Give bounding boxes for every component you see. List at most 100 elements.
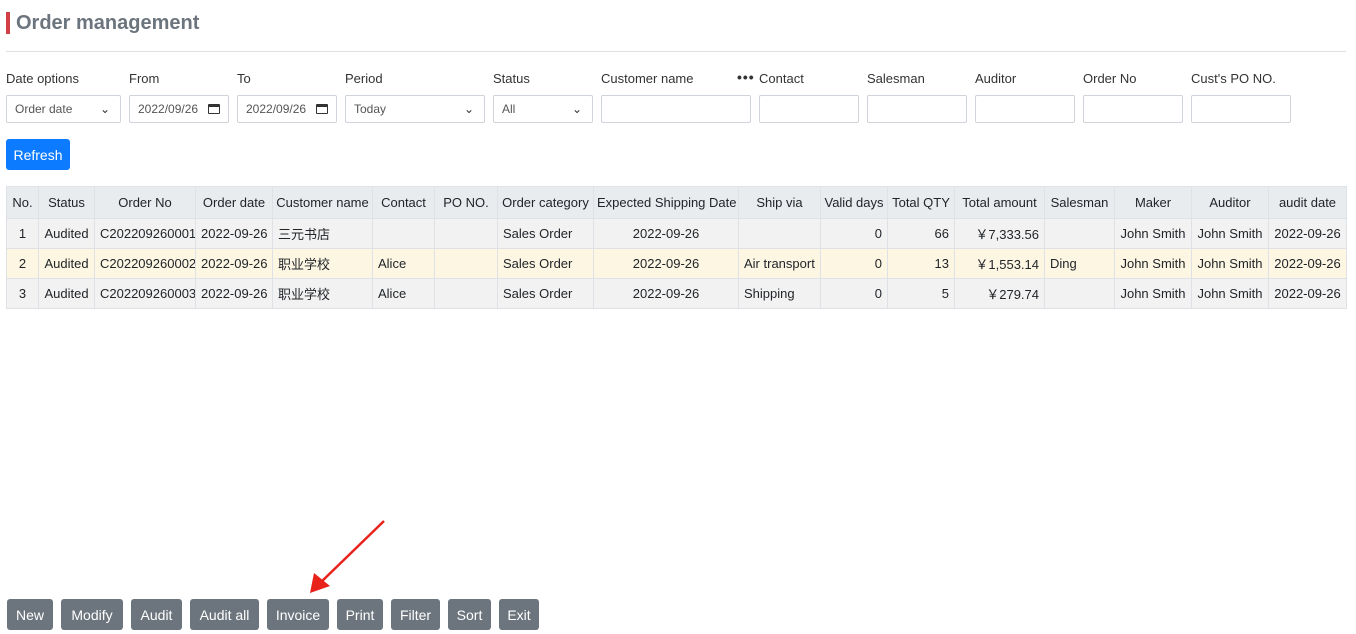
table-cell: C202209260002: [94, 248, 196, 279]
customer-more-ellipsis-icon[interactable]: •••: [737, 69, 755, 85]
to-label: To: [237, 71, 251, 86]
column-header[interactable]: Contact: [372, 186, 435, 219]
page-title: Order management: [16, 11, 200, 34]
column-header[interactable]: audit date: [1268, 186, 1347, 219]
table-cell: 0: [820, 218, 888, 249]
column-header[interactable]: Order No: [94, 186, 196, 219]
status-label: Status: [493, 71, 530, 86]
table-cell: 66: [887, 218, 955, 249]
table-cell: 0: [820, 278, 888, 309]
table-cell: Air transport: [738, 248, 821, 279]
table-cell: ￥7,333.56: [954, 218, 1045, 249]
order-no-input[interactable]: [1083, 95, 1183, 123]
refresh-button[interactable]: Refresh: [6, 139, 70, 170]
column-header[interactable]: Expected Shipping Date: [593, 186, 739, 219]
table-cell: 5: [887, 278, 955, 309]
table-row[interactable]: 1 Audited C202209260001 2022-09-26 三元书店 …: [6, 218, 1347, 249]
table-cell: Audited: [38, 248, 95, 279]
calendar-icon[interactable]: [208, 104, 220, 114]
table-cell: 2022-09-26: [1268, 218, 1347, 249]
date-options-value: Order date: [15, 102, 73, 116]
salesman-input[interactable]: [867, 95, 967, 123]
table-cell: John Smith: [1114, 278, 1192, 309]
table-cell: 三元书店: [272, 218, 373, 249]
header-divider: [6, 51, 1346, 52]
to-date-input[interactable]: 2022/09/26: [237, 95, 337, 123]
audit-button[interactable]: Audit: [131, 599, 182, 630]
table-cell: 2022-09-26: [195, 218, 273, 249]
table-cell: 2: [6, 248, 39, 279]
table-cell: Alice: [372, 278, 435, 309]
table-cell: [738, 218, 821, 249]
table-cell: 1: [6, 218, 39, 249]
customer-name-input[interactable]: [601, 95, 751, 123]
contact-label: Contact: [759, 71, 804, 86]
table-cell: ￥279.74: [954, 278, 1045, 309]
customer-name-label: Customer name: [601, 71, 694, 86]
table-cell: 2022-09-26: [195, 278, 273, 309]
table-row[interactable]: 2 Audited C202209260002 2022-09-26 职业学校 …: [6, 248, 1347, 279]
column-header[interactable]: PO NO.: [434, 186, 498, 219]
from-date-value: 2022/09/26: [138, 102, 199, 116]
table-cell: 2022-09-26: [593, 248, 739, 279]
table-cell: [372, 218, 435, 249]
column-header[interactable]: Status: [38, 186, 95, 219]
table-cell: 2022-09-26: [593, 218, 739, 249]
table-row[interactable]: 3 Audited C202209260003 2022-09-26 职业学校 …: [6, 278, 1347, 309]
table-cell: Sales Order: [497, 278, 594, 309]
table-header-row: No. Status Order No Order date Customer …: [6, 186, 1347, 219]
period-label: Period: [345, 71, 383, 86]
period-value: Today: [354, 102, 387, 116]
contact-input[interactable]: [759, 95, 859, 123]
title-accent-bar: [6, 12, 10, 34]
period-select[interactable]: Today ⌄: [345, 95, 485, 123]
status-select[interactable]: All ⌄: [493, 95, 593, 123]
date-options-label: Date options: [6, 71, 79, 86]
exit-button[interactable]: Exit: [499, 599, 539, 630]
column-header[interactable]: Salesman: [1044, 186, 1115, 219]
table-cell: [1044, 278, 1115, 309]
status-value: All: [502, 102, 516, 116]
column-header[interactable]: Customer name: [272, 186, 373, 219]
column-header[interactable]: Total amount: [954, 186, 1045, 219]
table-cell: 职业学校: [272, 278, 373, 309]
table-cell: 2022-09-26: [1268, 278, 1347, 309]
table-cell: 2022-09-26: [195, 248, 273, 279]
table-cell: [434, 218, 498, 249]
red-arrow-icon: [310, 520, 385, 593]
invoice-button[interactable]: Invoice: [267, 599, 329, 630]
column-header[interactable]: Ship via: [738, 186, 821, 219]
modify-button[interactable]: Modify: [61, 599, 123, 630]
date-options-select[interactable]: Order date ⌄: [6, 95, 121, 123]
table-cell: C202209260003: [94, 278, 196, 309]
chevron-down-icon: ⌄: [99, 102, 111, 116]
column-header[interactable]: Valid days: [820, 186, 888, 219]
column-header[interactable]: No.: [6, 186, 39, 219]
column-header[interactable]: Auditor: [1191, 186, 1269, 219]
order-no-label: Order No: [1083, 71, 1137, 86]
column-header[interactable]: Total QTY: [887, 186, 955, 219]
chevron-down-icon: ⌄: [463, 102, 475, 116]
sort-button[interactable]: Sort: [448, 599, 491, 630]
table-cell: C202209260001: [94, 218, 196, 249]
cust-po-input[interactable]: [1191, 95, 1291, 123]
cust-po-label: Cust's PO NO.: [1191, 71, 1276, 86]
salesman-label: Salesman: [867, 71, 925, 86]
new-button[interactable]: New: [7, 599, 53, 630]
table-cell: ￥1,553.14: [954, 248, 1045, 279]
table-cell: [434, 248, 498, 279]
calendar-icon[interactable]: [316, 104, 328, 114]
audit-all-button[interactable]: Audit all: [190, 599, 259, 630]
auditor-input[interactable]: [975, 95, 1075, 123]
orders-table: No. Status Order No Order date Customer …: [6, 186, 1347, 309]
filter-button[interactable]: Filter: [391, 599, 440, 630]
column-header[interactable]: Maker: [1114, 186, 1192, 219]
print-button[interactable]: Print: [337, 599, 383, 630]
table-cell: [434, 278, 498, 309]
table-cell: 职业学校: [272, 248, 373, 279]
table-cell: John Smith: [1191, 248, 1269, 279]
column-header[interactable]: Order date: [195, 186, 273, 219]
table-cell: 2022-09-26: [593, 278, 739, 309]
column-header[interactable]: Order category: [497, 186, 594, 219]
from-date-input[interactable]: 2022/09/26: [129, 95, 229, 123]
